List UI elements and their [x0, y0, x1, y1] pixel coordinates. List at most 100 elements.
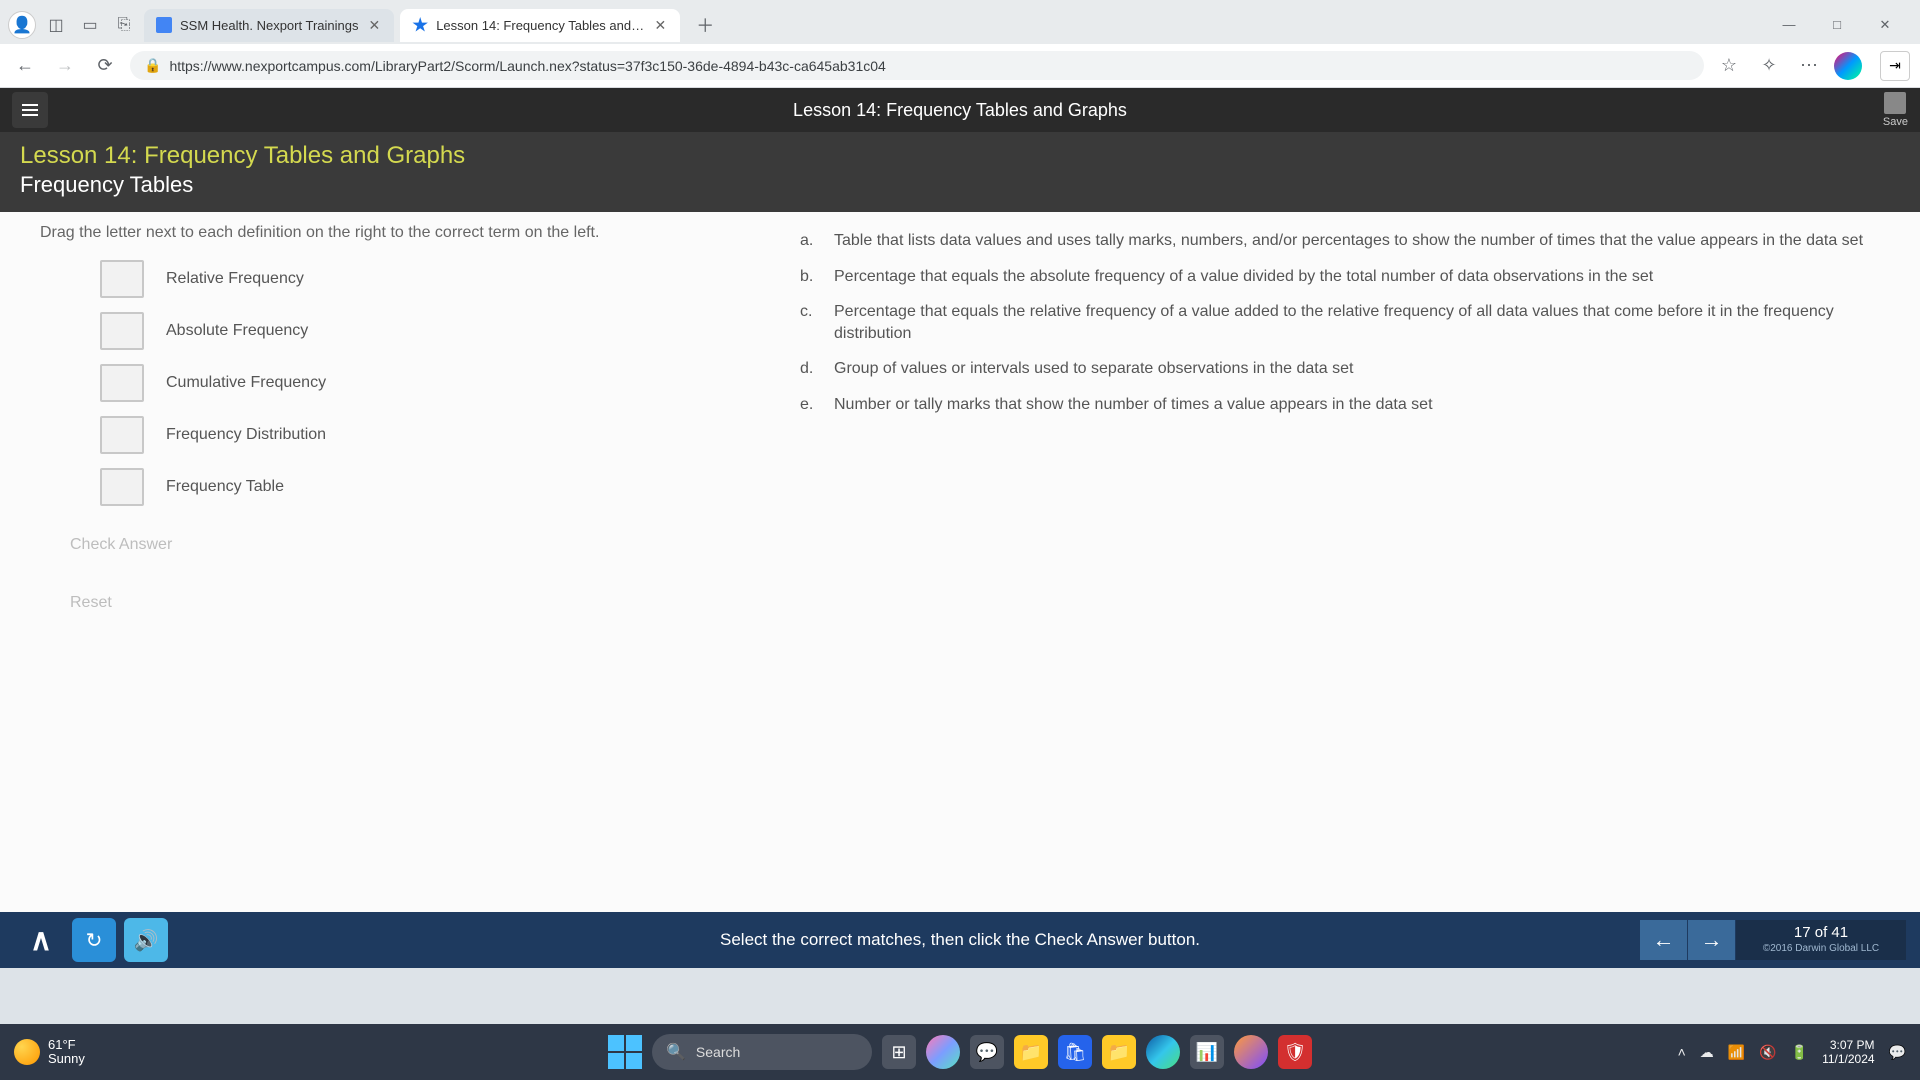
check-answer-button[interactable]: Check Answer [40, 536, 740, 554]
lesson-footer: ∧ ↻ 🔊 Select the correct matches, then c… [0, 912, 1920, 968]
clock[interactable]: 3:07 PM 11/1/2024 [1822, 1038, 1875, 1067]
term-label: Absolute Frequency [166, 322, 308, 340]
weather-condition: Sunny [48, 1052, 85, 1066]
definition-letter: e. [800, 394, 820, 416]
weather-widget[interactable]: 61°F Sunny [14, 1038, 85, 1067]
copilot-taskbar-icon[interactable] [926, 1035, 960, 1069]
definition-row[interactable]: e. Number or tally marks that show the n… [800, 394, 1880, 416]
menu-button[interactable] [12, 92, 48, 128]
workspaces-icon[interactable]: ◫ [42, 11, 70, 39]
tab-lesson-14[interactable]: Lesson 14: Frequency Tables and G ✕ [400, 9, 680, 42]
definition-text: Percentage that equals the absolute freq… [834, 266, 1880, 288]
tab-ssm-health[interactable]: SSM Health. Nexport Trainings ✕ [144, 9, 394, 42]
replay-button[interactable]: ↻ [72, 918, 116, 962]
back-button[interactable]: ← [10, 51, 40, 81]
volume-icon[interactable]: 🔇 [1759, 1044, 1776, 1061]
favorite-button[interactable]: ☆ [1714, 51, 1744, 81]
term-row: Relative Frequency [40, 260, 740, 298]
taskbar-search[interactable]: 🔍 Search [652, 1034, 872, 1070]
search-icon: 🔍 [666, 1042, 686, 1062]
term-row: Absolute Frequency [40, 312, 740, 350]
address-bar[interactable]: 🔒 https://www.nexportcampus.com/LibraryP… [130, 51, 1704, 80]
forward-button[interactable]: → [50, 51, 80, 81]
browser-chrome: 👤 ◫ ▭ ⎘ SSM Health. Nexport Trainings ✕ … [0, 0, 1920, 88]
page-indicator: 17 of 41 [1752, 924, 1890, 941]
store-icon[interactable]: 🛍 [1058, 1035, 1092, 1069]
audio-button[interactable]: 🔊 [124, 918, 168, 962]
notifications-icon[interactable]: 💬 [1889, 1044, 1906, 1061]
definition-text: Group of values or intervals used to sep… [834, 358, 1880, 380]
profile-button[interactable]: 👤 [8, 11, 36, 39]
course-title: Lesson 14: Frequency Tables and Graphs [793, 100, 1127, 121]
tab-actions-icon[interactable]: ▭ [76, 11, 104, 39]
footer-instruction: Select the correct matches, then click t… [720, 930, 1200, 950]
save-button[interactable]: Save [1883, 92, 1908, 128]
maximize-button[interactable]: □ [1822, 17, 1852, 33]
course-topbar: Lesson 14: Frequency Tables and Graphs S… [0, 88, 1920, 132]
collections-button[interactable]: ✧ [1754, 51, 1784, 81]
app-icon[interactable] [1234, 1035, 1268, 1069]
definition-row[interactable]: a. Table that lists data values and uses… [800, 230, 1880, 252]
term-row: Cumulative Frequency [40, 364, 740, 402]
instruction-text: Drag the letter next to each definition … [40, 224, 740, 242]
page-info: 17 of 41 ©2016 Darwin Global LLC [1736, 920, 1906, 960]
app-icon[interactable]: 💬 [970, 1035, 1004, 1069]
definition-text: Table that lists data values and uses ta… [834, 230, 1880, 252]
tab-title: Lesson 14: Frequency Tables and G [436, 18, 644, 33]
new-tab-button[interactable]: ＋ [686, 8, 724, 42]
security-icon[interactable]: 🛡 [1278, 1035, 1312, 1069]
definition-letter: c. [800, 301, 820, 344]
drop-target[interactable] [100, 312, 144, 350]
drop-target[interactable] [100, 416, 144, 454]
minimize-button[interactable]: ― [1774, 17, 1804, 33]
content-area: Drag the letter next to each definition … [0, 212, 1920, 912]
drop-target[interactable] [100, 260, 144, 298]
lesson-subtitle: Frequency Tables [20, 172, 1900, 198]
copilot-icon[interactable] [1834, 52, 1862, 80]
onedrive-icon[interactable]: ☁ [1700, 1044, 1714, 1061]
file-explorer-icon[interactable]: 📁 [1014, 1035, 1048, 1069]
tab-close-icon[interactable]: ✕ [366, 17, 382, 34]
definition-text: Percentage that equals the relative freq… [834, 301, 1880, 344]
exit-fullscreen-button[interactable]: ⇥ [1880, 51, 1910, 81]
system-tray: ˄ ☁ 📶 🔇 🔋 3:07 PM 11/1/2024 💬 [1678, 1038, 1906, 1067]
address-row: ← → ⟳ 🔒 https://www.nexportcampus.com/Li… [0, 44, 1920, 88]
more-button[interactable]: ⋯ [1794, 51, 1824, 81]
search-placeholder: Search [696, 1044, 740, 1060]
wifi-icon[interactable]: 📶 [1728, 1044, 1745, 1061]
definition-letter: d. [800, 358, 820, 380]
drop-target[interactable] [100, 468, 144, 506]
term-label: Relative Frequency [166, 270, 304, 288]
tab-close-icon[interactable]: ✕ [652, 17, 668, 34]
hamburger-icon [22, 104, 38, 116]
close-window-button[interactable]: ✕ [1870, 17, 1900, 33]
refresh-button[interactable]: ⟳ [90, 51, 120, 81]
terms-column: Drag the letter next to each definition … [40, 224, 740, 900]
next-page-button[interactable]: → [1688, 920, 1736, 960]
definition-row[interactable]: c. Percentage that equals the relative f… [800, 301, 1880, 344]
prev-page-button[interactable]: ← [1640, 920, 1688, 960]
edge-icon[interactable] [1146, 1035, 1180, 1069]
folder-icon[interactable]: 📁 [1102, 1035, 1136, 1069]
sun-icon [14, 1039, 40, 1065]
reset-button[interactable]: Reset [40, 594, 740, 612]
vertical-tabs-icon[interactable]: ⎘ [110, 11, 138, 39]
chevron-up-icon[interactable]: ˄ [1678, 1044, 1686, 1060]
copyright-text: ©2016 Darwin Global LLC [1752, 943, 1890, 954]
definition-letter: b. [800, 266, 820, 288]
definition-row[interactable]: b. Percentage that equals the absolute f… [800, 266, 1880, 288]
collapse-button[interactable]: ∧ [14, 923, 68, 958]
page-nav: ← → 17 of 41 ©2016 Darwin Global LLC [1640, 920, 1906, 960]
taskbar-center: 🔍 Search ⊞ 💬 📁 🛍 📁 📊 🛡 [608, 1034, 1312, 1070]
definition-row[interactable]: d. Group of values or intervals used to … [800, 358, 1880, 380]
window-controls: ― □ ✕ [1774, 17, 1912, 33]
drop-target[interactable] [100, 364, 144, 402]
term-row: Frequency Table [40, 468, 740, 506]
app-icon[interactable]: 📊 [1190, 1035, 1224, 1069]
start-button[interactable] [608, 1035, 642, 1069]
time-text: 3:07 PM [1822, 1038, 1875, 1052]
task-view-button[interactable]: ⊞ [882, 1035, 916, 1069]
tab-title: SSM Health. Nexport Trainings [180, 18, 358, 33]
battery-icon[interactable]: 🔋 [1791, 1044, 1808, 1061]
url-text: https://www.nexportcampus.com/LibraryPar… [169, 58, 885, 74]
